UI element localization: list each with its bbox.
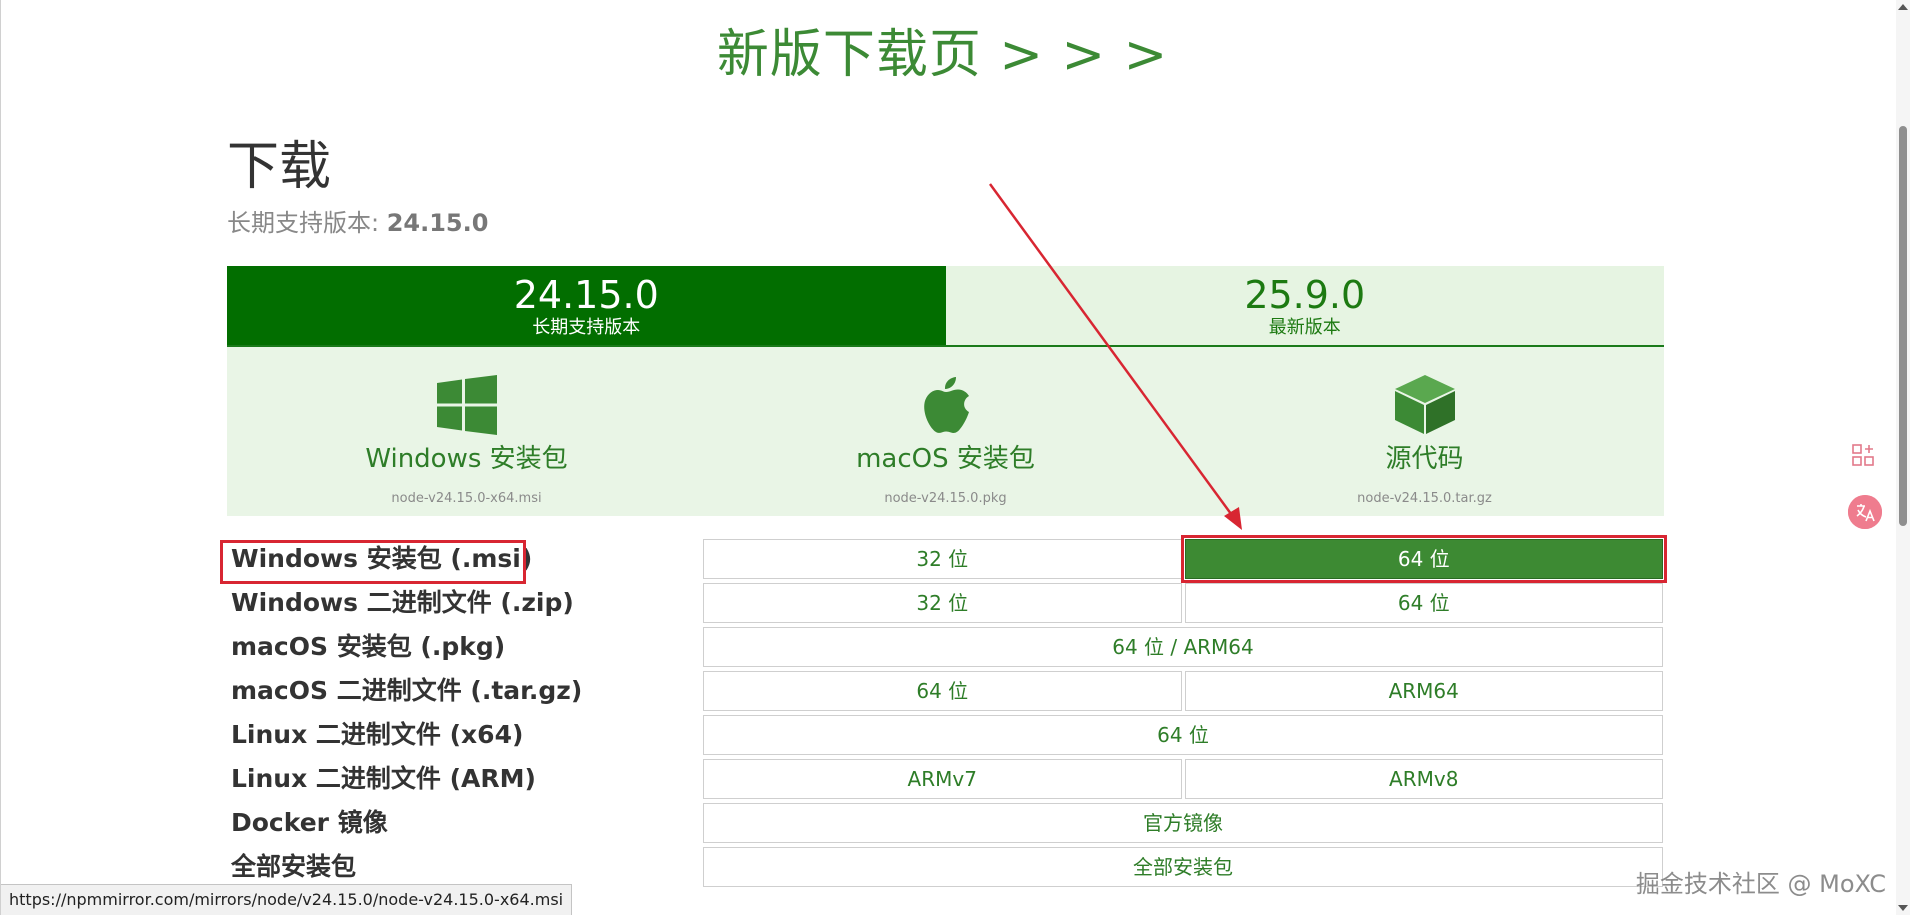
- table-row: macOS 二进制文件 (.tar.gz) 64 位 ARM64: [227, 671, 1664, 715]
- tab-lts-version: 24.15.0: [513, 272, 659, 317]
- linux-armv7-link[interactable]: ARMv7: [703, 759, 1182, 799]
- windows-msi-64-link[interactable]: 64 位: [1180, 535, 1667, 583]
- source-code-download[interactable]: 源代码 node-v24.15.0.tar.gz: [1185, 347, 1664, 516]
- subtitle-version: 24.15.0: [386, 209, 489, 237]
- macos-installer-filename: node-v24.15.0.pkg: [884, 491, 1007, 506]
- windows-installer-filename: node-v24.15.0-x64.msi: [391, 491, 542, 506]
- macos-targz-arm64-link[interactable]: ARM64: [1184, 671, 1663, 711]
- row-label: macOS 安装包 (.pkg): [231, 632, 506, 661]
- tab-lts[interactable]: 24.15.0 长期支持版本: [227, 266, 946, 345]
- row-label: 全部安装包: [231, 852, 357, 881]
- table-row: Windows 二进制文件 (.zip) 32 位 64 位: [227, 583, 1664, 627]
- all-packages-link[interactable]: 全部安装包: [703, 847, 1663, 887]
- cube-icon: [1393, 373, 1457, 435]
- download-table: Windows 安装包 (.msi) 32 位 64 位 Windows 二进制…: [227, 535, 1667, 891]
- status-url: https://npmmirror.com/mirrors/node/v24.1…: [1, 884, 573, 915]
- macos-pkg-link[interactable]: 64 位 / ARM64: [703, 627, 1663, 667]
- version-tabs: 24.15.0 长期支持版本 25.9.0 最新版本: [227, 266, 1664, 347]
- grid-icon[interactable]: [1852, 444, 1874, 466]
- row-label: Windows 二进制文件 (.zip): [231, 588, 574, 617]
- windows-zip-64-link[interactable]: 64 位: [1184, 583, 1663, 623]
- windows-installer-label: Windows 安装包: [365, 444, 568, 474]
- source-code-label: 源代码: [1385, 444, 1464, 474]
- row-label: Linux 二进制文件 (x64): [231, 720, 524, 749]
- apple-icon: [920, 373, 972, 435]
- tab-current[interactable]: 25.9.0 最新版本: [945, 266, 1664, 345]
- windows-installer-download[interactable]: Windows 安装包 node-v24.15.0-x64.msi: [227, 347, 706, 516]
- page-title: 下载: [227, 137, 332, 197]
- table-row: macOS 安装包 (.pkg) 64 位 / ARM64: [227, 627, 1664, 671]
- source-code-filename: node-v24.15.0.tar.gz: [1357, 491, 1492, 506]
- download-panel: Windows 安装包 node-v24.15.0-x64.msi macOS …: [227, 347, 1664, 516]
- scroll-up-arrow-icon[interactable]: [1898, 4, 1908, 10]
- table-row: Docker 镜像 官方镜像: [227, 803, 1664, 847]
- row-label: Docker 镜像: [231, 808, 388, 837]
- macos-installer-label: macOS 安装包: [856, 444, 1035, 474]
- page: 新版下载页 > > > 下载 长期支持版本: 24.15.0 24.15.0 长…: [0, 0, 1910, 915]
- watermark: 掘金技术社区 @ MoXC: [1635, 870, 1886, 898]
- vertical-scrollbar[interactable]: [1896, 0, 1910, 915]
- row-label: Linux 二进制文件 (ARM): [231, 764, 536, 793]
- linux-x64-link[interactable]: 64 位: [703, 715, 1663, 755]
- windows-icon: [436, 373, 497, 435]
- windows-zip-32-link[interactable]: 32 位: [703, 583, 1182, 623]
- scroll-down-arrow-icon[interactable]: [1898, 905, 1908, 911]
- scrollbar-thumb[interactable]: [1899, 126, 1907, 526]
- highlight-box: [220, 540, 526, 584]
- macos-targz-64-link[interactable]: 64 位: [703, 671, 1182, 711]
- tab-current-version: 25.9.0: [1244, 272, 1366, 317]
- subtitle-prefix: 长期支持版本:: [227, 209, 387, 237]
- translate-icon[interactable]: [1848, 495, 1882, 529]
- tab-lts-label: 长期支持版本: [532, 316, 641, 338]
- linux-armv8-link[interactable]: ARMv8: [1184, 759, 1663, 799]
- table-row: Linux 二进制文件 (x64) 64 位: [227, 715, 1664, 759]
- windows-msi-32-link[interactable]: 32 位: [703, 539, 1182, 579]
- lts-subtitle: 长期支持版本: 24.15.0: [227, 205, 488, 241]
- new-download-page-link[interactable]: 新版下载页 > > >: [1, 20, 1884, 90]
- macos-installer-download[interactable]: macOS 安装包 node-v24.15.0.pkg: [706, 347, 1185, 516]
- tab-current-label: 最新版本: [1268, 316, 1341, 338]
- docker-official-image-link[interactable]: 官方镜像: [703, 803, 1663, 843]
- table-row: Linux 二进制文件 (ARM) ARMv7 ARMv8: [227, 759, 1664, 803]
- row-label: macOS 二进制文件 (.tar.gz): [231, 676, 583, 705]
